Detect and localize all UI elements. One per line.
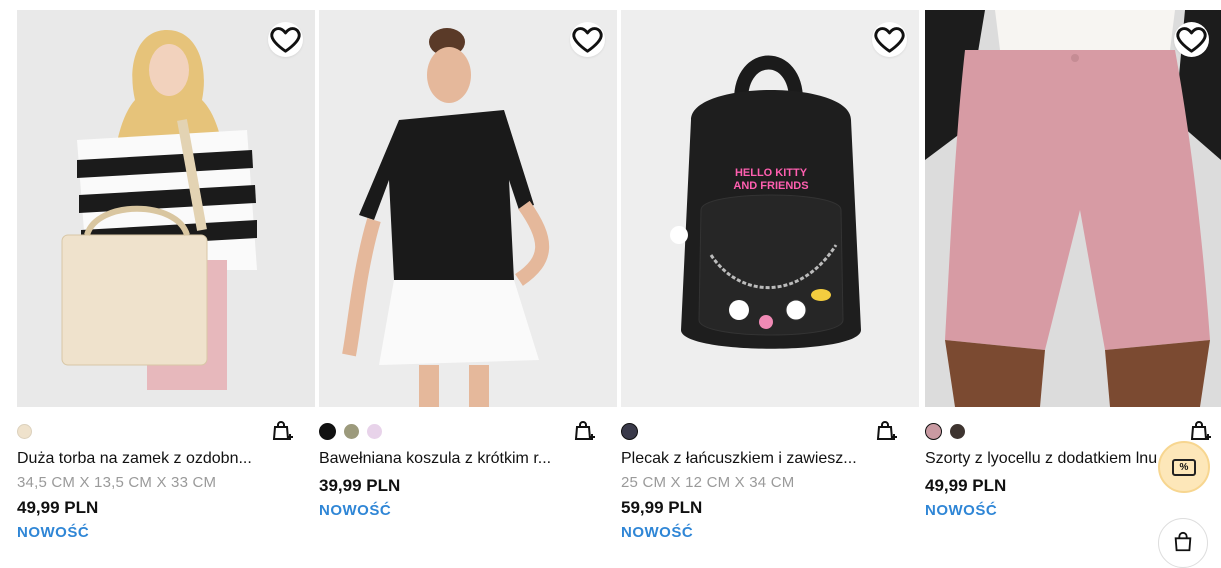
color-swatch[interactable] — [17, 423, 32, 439]
product-price: 39,99 PLN — [319, 476, 401, 495]
product-image[interactable] — [319, 10, 617, 407]
color-swatches — [17, 422, 32, 440]
product-card[interactable]: Duża torba na zamek z ozdobn... 34,5 CM … — [17, 10, 315, 543]
product-price: 49,99 PLN — [925, 476, 1007, 495]
product-image[interactable] — [925, 10, 1221, 407]
product-grid: Duża torba na zamek z ozdobn... 34,5 CM … — [17, 10, 1221, 543]
product-name[interactable]: Duża torba na zamek z ozdobn... — [17, 450, 252, 468]
shopping-bag-icon — [1174, 531, 1192, 552]
product-price: 59,99 PLN — [621, 498, 703, 517]
product-dimensions: 25 CM X 12 CM X 34 CM — [621, 474, 795, 491]
backpack-print-line1: HELLO KITTY — [735, 167, 808, 179]
heart-icon — [1176, 27, 1207, 53]
product-price: 49,99 PLN — [17, 498, 99, 517]
heart-icon — [270, 27, 301, 53]
promo-button[interactable]: % — [1158, 441, 1210, 493]
wishlist-button[interactable] — [570, 22, 605, 57]
color-swatch[interactable] — [344, 423, 359, 439]
floating-bag-button[interactable] — [1158, 518, 1208, 568]
product-image[interactable]: HELLO KITTY AND FRIENDS — [621, 10, 919, 407]
color-swatches — [621, 422, 638, 440]
wishlist-button[interactable] — [1174, 22, 1209, 57]
color-swatch[interactable] — [367, 423, 382, 439]
color-swatches — [319, 422, 382, 440]
product-dimensions: 34,5 CM X 13,5 CM X 33 CM — [17, 474, 217, 491]
product-name[interactable]: Bawełniana koszula z krótkim r... — [319, 450, 551, 468]
color-swatch[interactable] — [621, 422, 638, 440]
new-badge: NOWOŚĆ — [319, 502, 392, 519]
discount-icon: % — [1172, 458, 1196, 476]
add-to-bag-icon[interactable] — [573, 419, 597, 443]
new-badge: NOWOŚĆ — [621, 524, 694, 541]
product-name[interactable]: Plecak z łańcuszkiem i zawiesz... — [621, 450, 857, 468]
new-badge: NOWOŚĆ — [925, 502, 998, 519]
heart-icon — [874, 27, 905, 53]
heart-icon — [572, 27, 603, 53]
backpack-print-line2: AND FRIENDS — [733, 180, 808, 192]
product-card[interactable]: HELLO KITTY AND FRIENDS Plecak z łańcusz… — [621, 10, 919, 543]
add-to-bag-icon[interactable] — [271, 419, 295, 443]
new-badge: NOWOŚĆ — [17, 524, 90, 541]
product-card[interactable]: Bawełniana koszula z krótkim r... 39,99 … — [319, 10, 617, 543]
product-name[interactable]: Szorty z lyocellu z dodatkiem lnu — [925, 450, 1157, 468]
wishlist-button[interactable] — [268, 22, 303, 57]
add-to-bag-icon[interactable] — [1189, 419, 1213, 443]
color-swatch[interactable] — [925, 422, 942, 440]
wishlist-button[interactable] — [872, 22, 907, 57]
add-to-bag-icon[interactable] — [875, 419, 899, 443]
color-swatch[interactable] — [319, 422, 336, 440]
product-image[interactable] — [17, 10, 315, 407]
color-swatches — [925, 422, 965, 440]
color-swatch[interactable] — [950, 423, 965, 439]
